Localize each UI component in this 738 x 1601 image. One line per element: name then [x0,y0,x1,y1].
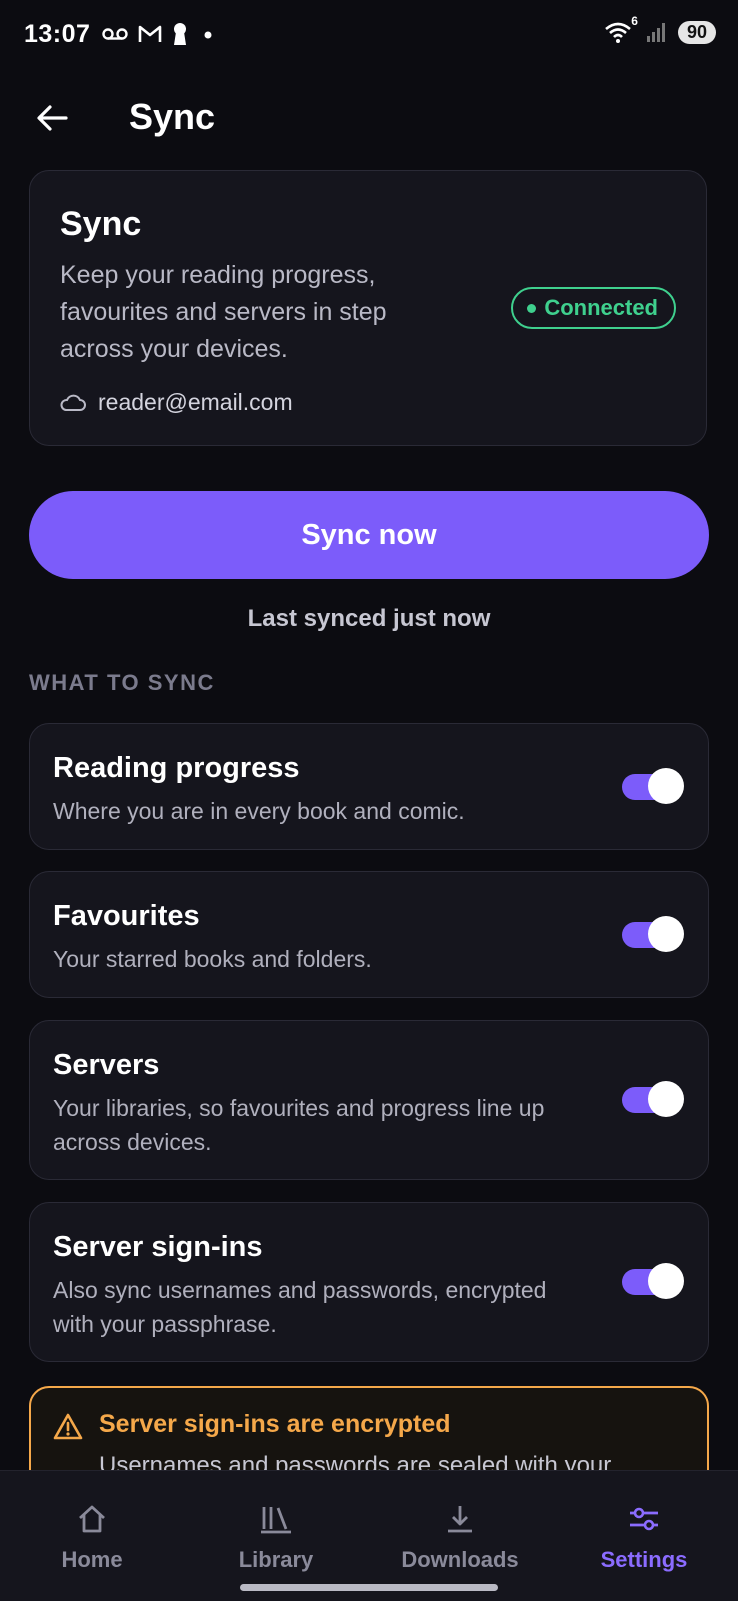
last-synced-text: Last synced just now [247,605,491,632]
toggle-knob [648,768,684,804]
voicemail-icon [102,28,128,40]
back-button[interactable] [30,96,74,140]
status-badge-label: Connected [544,295,658,320]
sync-account-card: Sync Keep your reading progress, favouri… [29,170,707,446]
toggle-knob [648,916,684,952]
nav-item-downloads[interactable]: Downloads [370,1471,550,1581]
gmail-icon [138,25,162,42]
card-title: Sync [60,205,142,243]
toggle-favourites[interactable] [622,916,684,952]
home-icon [76,1501,108,1537]
toggle-reading-progress[interactable] [622,768,684,804]
sync-now-button[interactable]: Sync now [29,491,709,579]
wifi-badge: 6 [631,14,638,28]
option-title: Server sign-ins [53,1231,263,1263]
nav-label: Home [61,1547,123,1572]
app-header: Sync [0,80,738,160]
sync-option-favourites: Favourites Your starred books and folder… [29,871,709,998]
status-time: 13:07 [24,20,91,48]
bottom-navigation: Home Library Downloads Settings [0,1470,738,1601]
option-description: Your libraries, so favourites and progre… [53,1095,545,1155]
library-icon [259,1501,293,1537]
section-label-what-to-sync: WHAT TO SYNC [29,670,215,695]
nav-item-library[interactable]: Library [186,1471,366,1581]
option-description: Where you are in every book and comic. [53,798,465,824]
nav-label: Library [238,1547,314,1572]
keyhole-icon [174,23,186,45]
nav-label: Downloads [401,1547,519,1572]
warning-triangle-icon [53,1413,83,1440]
account-row: reader@email.com [60,389,293,416]
card-description: Keep your reading progress, favourites a… [60,261,387,363]
dot-icon [204,31,212,39]
sliders-icon [627,1501,661,1537]
download-icon [444,1501,476,1537]
sync-option-server-sign-ins: Server sign-ins Also sync usernames and … [29,1202,709,1362]
toggle-knob [648,1263,684,1299]
toggle-knob [648,1081,684,1117]
status-notification-icons [102,22,218,46]
nav-item-settings[interactable]: Settings [554,1471,734,1581]
battery-indicator: 90 [677,20,716,44]
status-bar: 13:07 6 90 [0,0,738,70]
option-description: Also sync usernames and passwords, encry… [53,1277,547,1337]
page-title: Sync [129,96,216,137]
status-dot-icon [527,303,537,313]
option-title: Reading progress [53,752,300,784]
sync-option-reading-progress: Reading progress Where you are in every … [29,723,709,850]
warning-title: Server sign-ins are encrypted [99,1410,451,1438]
sync-option-servers: Servers Your libraries, so favourites an… [29,1020,709,1180]
toggle-server-sign-ins[interactable] [622,1263,684,1299]
option-description: Your starred books and folders. [53,946,372,972]
nav-label: Settings [600,1547,688,1572]
account-email: reader@email.com [98,389,293,415]
cloud-icon [60,394,86,411]
nav-item-home[interactable]: Home [2,1471,182,1581]
signal-icon [646,23,665,42]
arrow-left-icon [37,105,68,131]
home-indicator[interactable] [240,1584,498,1591]
status-badge: Connected [511,287,676,329]
toggle-servers[interactable] [622,1081,684,1117]
option-title: Servers [53,1049,160,1081]
status-system-icons: 6 90 [604,14,716,44]
option-title: Favourites [53,900,200,932]
wifi-icon: 6 [604,14,638,44]
